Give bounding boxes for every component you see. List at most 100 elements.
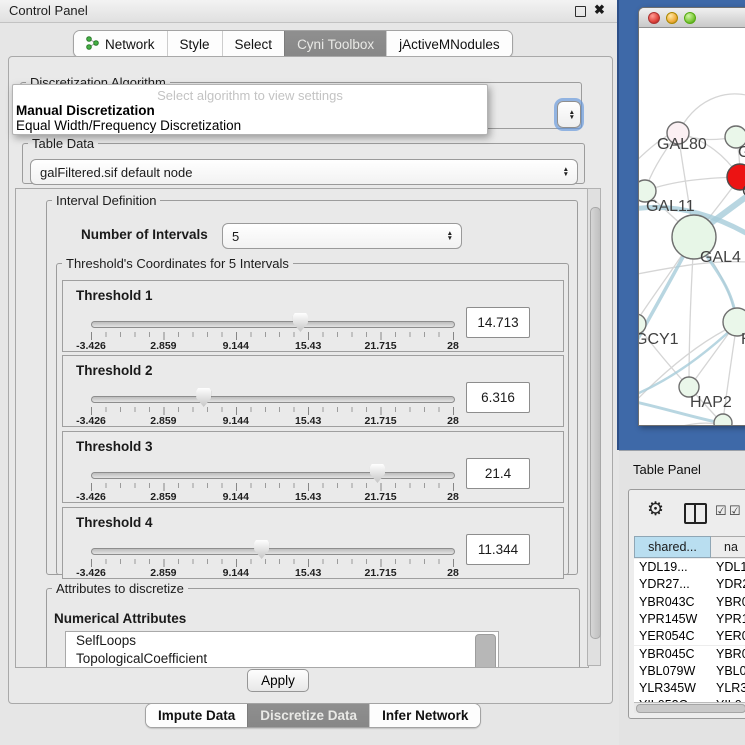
algorithm-hint: Select algorithm to view settings [13, 88, 487, 103]
table-row[interactable]: YDL19...YDL1 [634, 559, 745, 576]
table-data-legend: Table Data [28, 136, 98, 151]
table-data-combo[interactable]: galFiltered.sif default node ▲▼ [30, 159, 578, 185]
table-row[interactable]: YBR043CYBR0 [634, 594, 745, 611]
tab-jactivemnodules[interactable]: jActiveMNodules [386, 31, 512, 57]
tab-discretize-data[interactable]: Discretize Data [247, 704, 369, 727]
numerical-attributes-list[interactable]: SelfLoops TopologicalCoefficient Between… [65, 631, 499, 668]
tick-label: 15.43 [295, 567, 321, 579]
network-window-titlebar[interactable] [639, 8, 745, 28]
threshold-3-slider: -3.426 2.859 9.144 15.43 21.715 28 [91, 468, 453, 502]
panel-scrollbar[interactable] [587, 188, 601, 666]
tab-impute-data[interactable]: Impute Data [146, 704, 247, 727]
checkbox-icon[interactable]: ☑ [715, 503, 727, 519]
tick-label: 2.859 [150, 340, 176, 352]
slider-track[interactable] [91, 396, 455, 403]
tab-cyni-toolbox-label: Cyni Toolbox [297, 37, 374, 52]
table-row[interactable]: YPR145WYPR1 [634, 611, 745, 628]
table-panel-title: Table Panel [633, 462, 701, 477]
table-data-group: Table Data galFiltered.sif default node … [22, 136, 585, 184]
cytoscape-desktop: GAL80 GA C GAL11 GAL4 GCY1 H HAP2 [617, 0, 745, 450]
tick-label: 2.859 [150, 491, 176, 503]
settings-scrollpane: Interval Definition Number of Intervals … [15, 188, 589, 668]
minimize-traffic-light-icon[interactable] [666, 12, 678, 24]
tab-style[interactable]: Style [167, 31, 222, 57]
node-label-gcy1: GCY1 [639, 331, 679, 349]
tab-cyni-toolbox[interactable]: Cyni Toolbox [284, 31, 386, 57]
algorithm-option-equal-width[interactable]: Equal Width/Frequency Discretization [16, 118, 241, 133]
table-row[interactable]: YER054CYER0 [634, 628, 745, 645]
table-row[interactable]: YBL079WYBL0 [634, 663, 745, 680]
interval-definition-legend: Interval Definition [52, 193, 160, 208]
threshold-3-value[interactable]: 21.4 [466, 458, 530, 489]
node-label-partial-h: H [741, 331, 745, 349]
float-window-icon[interactable] [575, 6, 586, 17]
table-row[interactable]: YLR345WYLR3 [634, 680, 745, 697]
threshold-3-box: Threshold 3 -3.426 2.859 9.144 15.43 21.… [62, 431, 564, 503]
split-columns-icon[interactable] [684, 503, 707, 524]
stepper-arrows-icon: ▲▼ [569, 110, 575, 120]
tab-infer-network-label: Infer Network [382, 708, 468, 723]
num-intervals-label: Number of Intervals [81, 227, 208, 242]
table-panel: Table Panel ⚙ ☑ ☑ shared... na YDL19...Y… [619, 450, 745, 745]
threshold-1-value[interactable]: 14.713 [466, 307, 530, 338]
tab-select[interactable]: Select [222, 31, 285, 57]
slider-thumb[interactable] [293, 313, 308, 332]
tick-label: 2.859 [150, 415, 176, 427]
slider-thumb[interactable] [196, 388, 211, 407]
thresholds-legend: Threshold's Coordinates for 5 Intervals [62, 256, 293, 271]
list-scrollbar[interactable] [475, 634, 496, 668]
close-icon[interactable]: ✖ [594, 2, 605, 18]
slider-track[interactable] [91, 472, 455, 479]
node-label-partial-ga: GA [738, 144, 745, 162]
tick-label: 21.715 [365, 340, 397, 352]
threshold-2-value[interactable]: 6.316 [466, 382, 530, 413]
network-graph [639, 28, 745, 425]
threshold-3-label: Threshold 3 [76, 439, 153, 454]
tick-label: 15.43 [295, 340, 321, 352]
threshold-4-box: Threshold 4 -3.426 2.859 9.144 15.43 21.… [62, 507, 564, 579]
tick-label: -3.426 [76, 567, 106, 579]
control-panel-titlebar: Control Panel ✖ [0, 0, 617, 23]
network-canvas[interactable]: GAL80 GA C GAL11 GAL4 GCY1 H HAP2 [639, 28, 745, 425]
panel-title: Control Panel [9, 3, 88, 18]
panel-scrollbar-thumb[interactable] [590, 207, 601, 639]
node-bottom[interactable] [714, 414, 732, 425]
apply-button[interactable]: Apply [247, 669, 309, 692]
node-table-container: ⚙ ☑ ☑ shared... na YDL19...YDL1 YDR27...… [628, 489, 745, 719]
slider-track[interactable] [91, 548, 455, 555]
list-item[interactable]: SelfLoops [66, 632, 498, 650]
node-label-gal80: GAL80 [657, 136, 707, 154]
algorithm-option-manual[interactable]: Manual Discretization [16, 103, 155, 118]
tick-label: 28 [447, 567, 459, 579]
column-header-name[interactable]: na [711, 536, 745, 558]
threshold-1-label: Threshold 1 [76, 288, 153, 303]
threshold-4-value[interactable]: 11.344 [466, 534, 530, 565]
tab-network[interactable]: Network [74, 31, 167, 57]
tab-select-label: Select [235, 37, 273, 52]
zoom-traffic-light-icon[interactable] [684, 12, 696, 24]
list-item[interactable]: BetweennessCentrality [66, 667, 498, 668]
table-row[interactable]: YDR27...YDR2 [634, 576, 745, 593]
tick-label: 15.43 [295, 415, 321, 427]
algorithm-combo-stepper-button[interactable]: ▲▼ [557, 101, 581, 128]
tab-network-label: Network [105, 37, 155, 52]
horizontal-scrollbar[interactable] [634, 702, 745, 713]
network-icon [86, 36, 99, 53]
tab-impute-data-label: Impute Data [158, 708, 235, 723]
num-intervals-combo[interactable]: 5 ▲▼ [222, 223, 462, 249]
node-label-hap2: HAP2 [690, 394, 732, 412]
checkbox-icon[interactable]: ☑ [729, 503, 741, 519]
column-header-shared[interactable]: shared... [634, 536, 711, 558]
slider-thumb[interactable] [254, 540, 269, 559]
slider-track[interactable] [91, 321, 455, 328]
table-row[interactable]: YBR045CYBR0 [634, 646, 745, 663]
close-traffic-light-icon[interactable] [648, 12, 660, 24]
horizontal-scrollbar-thumb[interactable] [636, 704, 745, 713]
tab-infer-network[interactable]: Infer Network [369, 704, 480, 727]
gear-icon[interactable]: ⚙ [647, 498, 664, 521]
slider-thumb[interactable] [370, 464, 385, 483]
threshold-2-label: Threshold 2 [76, 363, 153, 378]
num-intervals-value: 5 [232, 229, 239, 244]
tick-label: 28 [447, 415, 459, 427]
list-item[interactable]: TopologicalCoefficient [66, 650, 498, 668]
